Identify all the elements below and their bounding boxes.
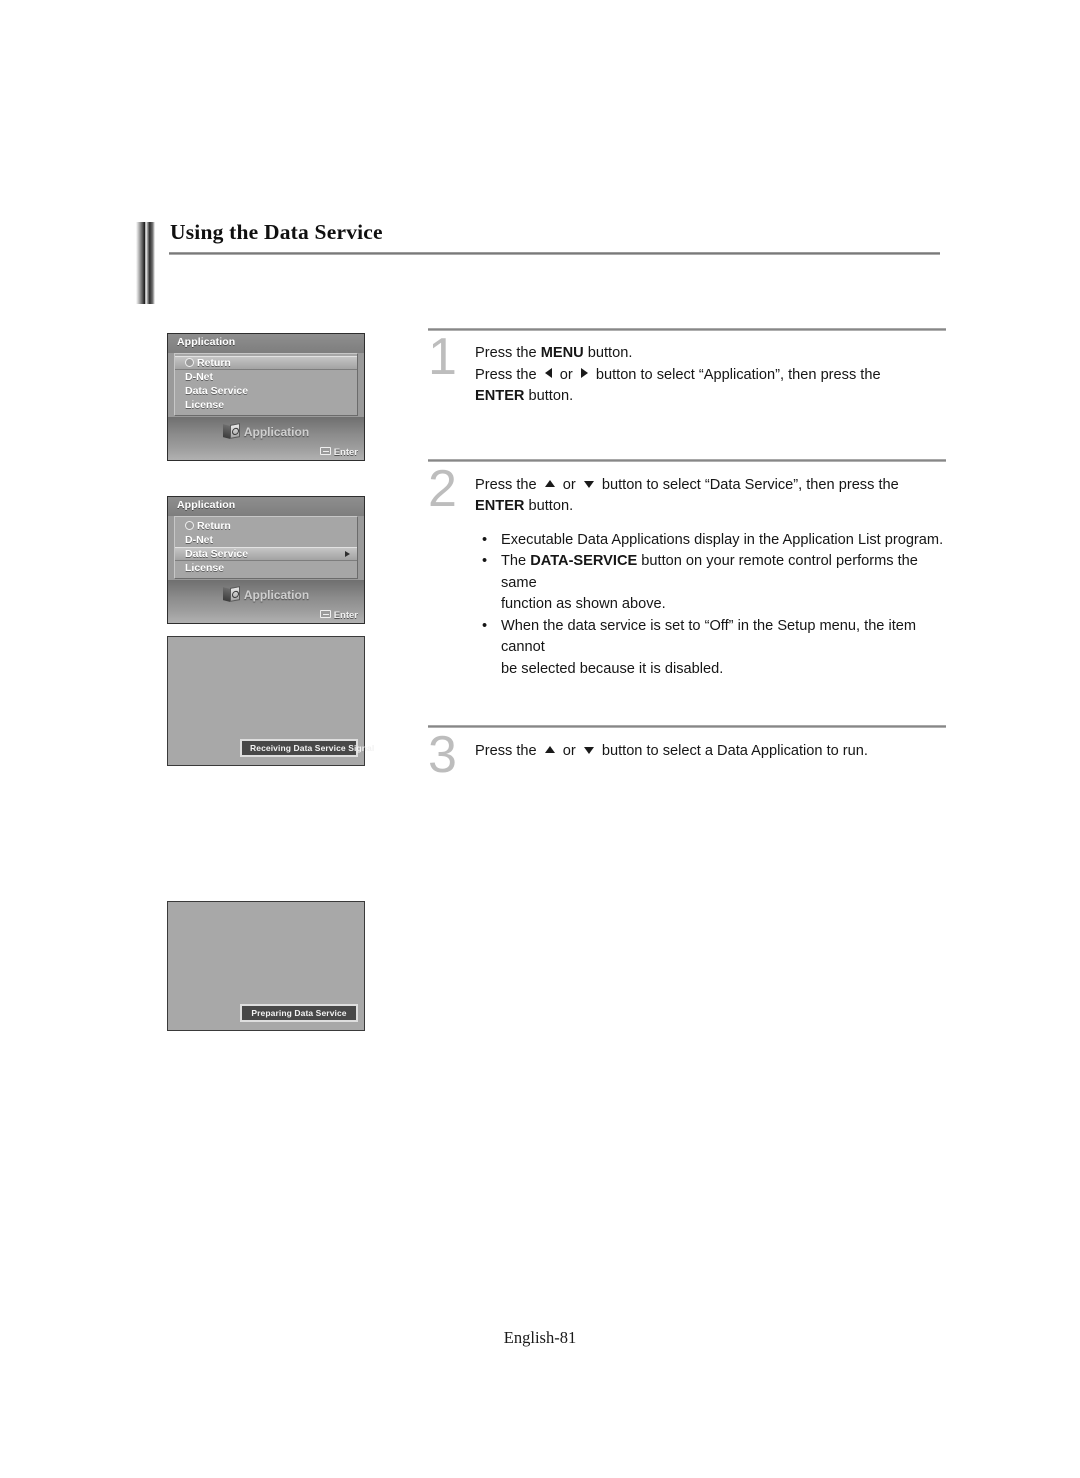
osd-application-menu-1: Application Return D-Net Data Service Li… [167,333,365,461]
step-number: 1 [428,328,457,386]
step-line: ENTER button. [475,498,574,514]
return-icon [185,521,194,530]
bullet-icon: • [482,531,488,548]
osd-menu-item-data-service[interactable]: Data Service [175,547,357,561]
step-1-body: Press the MENU button. Press the or butt… [475,343,946,408]
osd-footer-title: Application [168,423,364,439]
step-line: Press the or button to select “Applicati… [475,366,881,383]
return-icon [185,358,194,367]
osd-menu-item-label: D-Net [185,534,213,546]
note-item: • When the data service is set to “Off” … [475,616,946,681]
osd-menu-item-return[interactable]: Return [175,519,357,533]
arrow-right-icon [580,367,588,378]
osd-menu-item-label: License [185,562,225,574]
osd-enter-label: Enter [333,610,358,621]
bullet-icon: • [482,617,488,634]
note-text: When the data service is set to “Off” in… [501,617,917,677]
osd-enter-hint: Enter [319,447,358,458]
step-2: 2 Press the or button to select “Data Se… [428,463,946,518]
page-title: Using the Data Service [170,220,383,244]
page-header: Using the Data Service [136,220,946,310]
osd-receiving-signal-screen: Receiving Data Service Signal [167,636,374,766]
arrow-down-icon [583,480,594,488]
step-3: 3 Press the or button to select a Data A… [428,729,946,781]
arrow-left-icon [544,367,552,378]
osd-menu-item-license[interactable]: License [175,398,357,412]
osd-menu-item-label: License [185,399,225,411]
enter-key-icon [319,447,331,455]
status-toast: Preparing Data Service [240,1004,358,1022]
osd-enter-hint: Enter [319,610,358,621]
osd-menu-item-dnet[interactable]: D-Net [175,370,357,384]
osd-menu-list: Return D-Net Data Service License [174,353,358,416]
osd-menu-item-label: Data Service [185,548,249,560]
osd-header-title: Application [177,499,236,511]
enter-key-icon [319,610,331,618]
step-3-body: Press the or button to select a Data App… [475,741,946,763]
bullet-icon: • [482,553,488,569]
osd-footer-label: Application [243,588,310,602]
section-divider [428,328,946,331]
title-accent-bar [136,222,155,304]
emphasis-text: MENU [540,345,584,361]
note-text: Executable Data Applications display in … [501,531,944,548]
instruction-steps: 1 Press the MENU button. Press the or bu… [428,328,946,781]
osd-footer-bar: Application Enter [168,417,364,460]
osd-footer-title: Application [168,586,364,602]
osd-menu-item-label: D-Net [185,371,213,383]
note-item: • The DATA-SERVICE button on your remote… [475,551,946,616]
note-item: • Executable Data Applications display i… [475,530,946,552]
emphasis-text: ENTER [475,498,525,514]
osd-application-menu-2: Application Return D-Net Data Service Li… [167,496,365,624]
osd-menu-item-label: Return [197,357,231,369]
section-divider [428,458,946,462]
osd-menu-item-data-service[interactable]: Data Service [175,384,357,398]
step-line: ENTER button. [475,388,574,404]
osd-header-bar: Application [168,497,364,516]
osd-menu-item-label: Data Service [185,385,249,397]
step-line: Press the or button to select a Data App… [475,743,868,759]
step-number: 2 [428,459,457,518]
page-footer: English-81 [503,1328,577,1347]
step-2-notes: • Executable Data Applications display i… [428,530,946,681]
osd-enter-label: Enter [333,447,358,458]
emphasis-text: DATA-SERVICE [530,553,638,569]
application-cube-icon [222,423,240,439]
osd-header-bar: Application [168,334,364,353]
osd-header-title: Application [177,336,236,348]
osd-menu-item-label: Return [197,520,231,532]
emphasis-text: ENTER [475,388,525,404]
osd-menu-item-dnet[interactable]: D-Net [175,533,357,547]
arrow-down-icon [583,747,594,754]
osd-footer-label: Application [243,425,310,439]
status-toast: Receiving Data Service Signal [240,739,374,757]
step-2-body: Press the or button to select “Data Serv… [475,475,946,518]
osd-menu-item-return[interactable]: Return [175,356,357,370]
osd-footer-bar: Application Enter [168,580,364,623]
application-cube-icon [222,586,240,602]
osd-menu-list: Return D-Net Data Service License [174,516,358,579]
step-line: Press the or button to select “Data Serv… [475,476,899,493]
osd-menu-item-license[interactable]: License [175,561,357,575]
note-text: The DATA-SERVICE button on your remote c… [501,553,918,612]
step-line: Press the MENU button. [475,345,633,361]
arrow-up-icon [544,746,555,753]
osd-preparing-service-screen: Preparing Data Service [167,901,365,1031]
step-1: 1 Press the MENU button. Press the or bu… [428,331,946,408]
section-divider [428,725,946,728]
title-underline [169,252,940,255]
arrow-up-icon [544,479,555,487]
chevron-right-icon [345,550,350,557]
step-number: 3 [428,726,457,784]
